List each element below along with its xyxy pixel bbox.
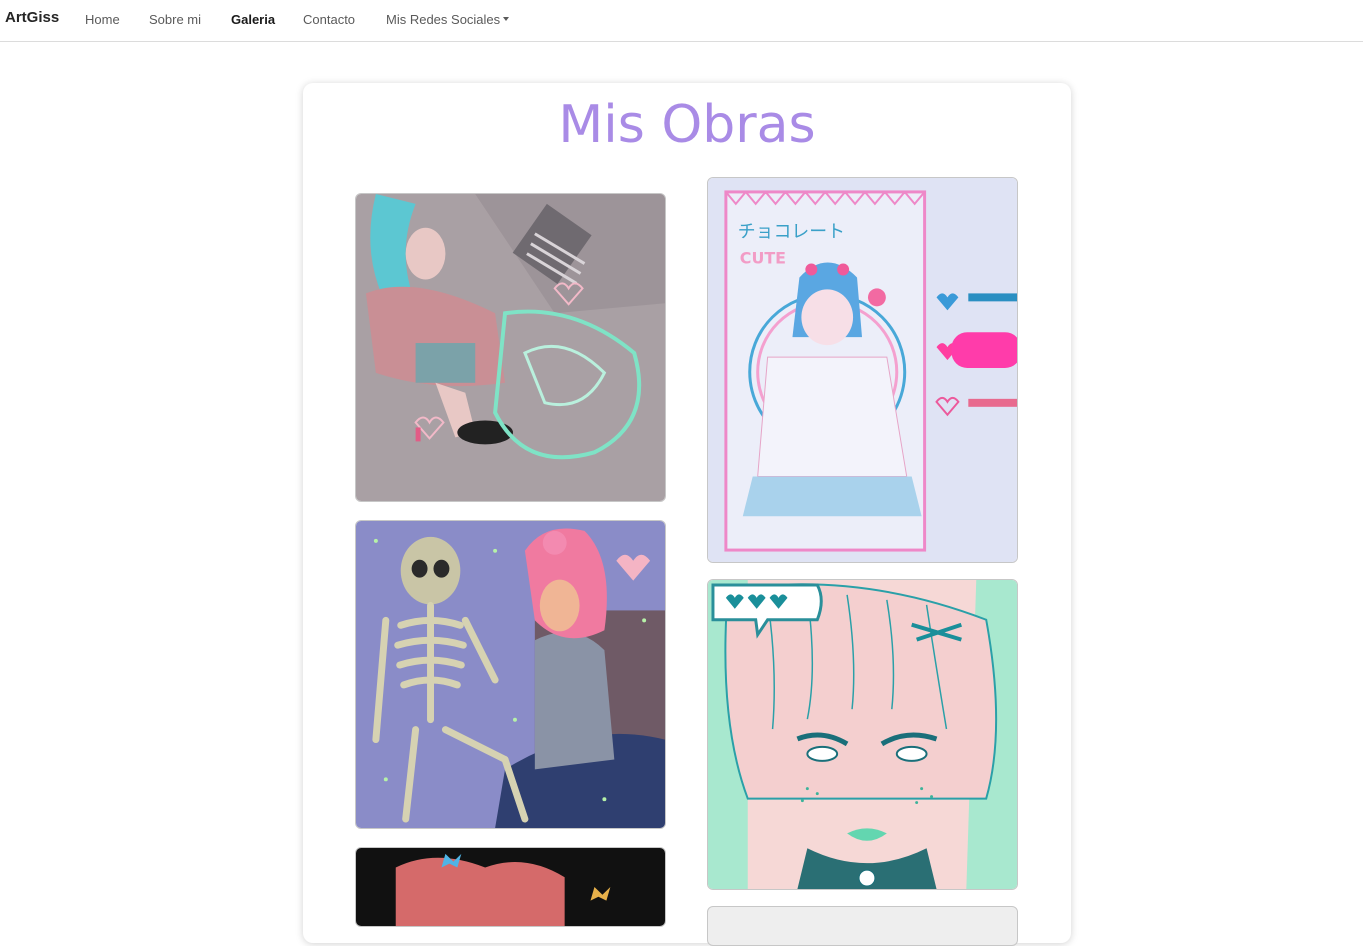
skeleton-girl-artwork	[356, 521, 665, 828]
nav-link-home[interactable]: Home	[85, 12, 120, 27]
freckles-girl-artwork	[708, 580, 1017, 889]
cute-label: CUTE	[740, 249, 786, 268]
nav-link-galeria[interactable]: Galeria	[231, 12, 275, 27]
nav-dropdown-redes-sociales[interactable]: Mis Redes Sociales	[386, 12, 510, 27]
gallery-image-chalk-girl[interactable]	[355, 193, 666, 502]
nav-link-sobre-mi[interactable]: Sobre mi	[149, 12, 201, 27]
top-navbar: ArtGiss Home Sobre mi Galeria Contacto M…	[0, 0, 1363, 42]
heart-artwork	[356, 848, 665, 926]
caret-down-icon	[503, 17, 510, 21]
gallery-image-chocolate-girl[interactable]: チョコレート CUTE	[707, 177, 1018, 563]
nav-dropdown-label: Mis Redes Sociales	[386, 12, 501, 27]
gallery-image-freckles-girl[interactable]	[707, 579, 1018, 890]
gallery-image-skeleton-girl[interactable]	[355, 520, 666, 829]
page-title: Mis Obras	[558, 95, 816, 155]
nav-link-contacto[interactable]: Contacto	[303, 12, 355, 27]
chalk-girl-artwork	[356, 194, 665, 501]
gallery-image-heart[interactable]	[355, 847, 666, 927]
gallery-image-next[interactable]	[707, 906, 1018, 946]
brand-logo-link[interactable]: ArtGiss	[5, 9, 59, 26]
chocolate-girl-artwork: チョコレート CUTE	[708, 178, 1017, 562]
chocolate-label: チョコレート	[738, 222, 845, 243]
